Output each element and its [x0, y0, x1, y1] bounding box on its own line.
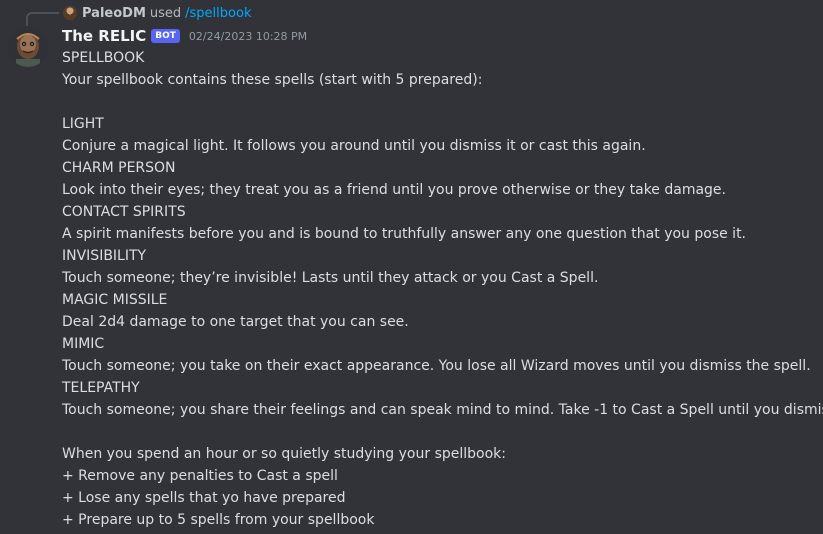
spell-name: CONTACT SPIRITS: [62, 204, 186, 220]
author-username[interactable]: The RELIC: [62, 27, 146, 45]
bot-badge: BOT: [151, 29, 180, 43]
spell-name: INVISIBILITY: [62, 248, 147, 264]
spell-description: Deal 2d4 damage to one target that you c…: [62, 314, 409, 330]
spell-description: Conjure a magical light. It follows you …: [62, 138, 646, 154]
message-header: The RELIC BOT 02/24/2023 10:28 PM: [62, 25, 307, 47]
spell-name: CHARM PERSON: [62, 160, 176, 176]
message-title: SPELLBOOK: [62, 50, 145, 66]
bot-avatar[interactable]: [8, 27, 48, 67]
reply-command[interactable]: /spellbook: [185, 6, 251, 21]
spell-name: TELEPATHY: [62, 380, 140, 396]
spell-name: MAGIC MISSILE: [62, 292, 168, 308]
spell-description: A spirit manifests before you and is bou…: [62, 226, 747, 242]
spell-description: Look into their eyes; they treat you as …: [62, 182, 726, 198]
message-intro: Your spellbook contains these spells (st…: [62, 72, 483, 88]
reply-username[interactable]: PaleoDM: [82, 6, 146, 21]
study-item: + Lose any spells that yo have prepared: [62, 490, 346, 506]
reply-connector: [26, 12, 59, 26]
spell-description: Touch someone; you take on their exact a…: [62, 358, 811, 374]
spell-name: MIMIC: [62, 336, 105, 352]
reply-action-text: used: [149, 5, 182, 21]
spell-description: Touch someone; you share their feelings …: [62, 402, 823, 418]
message-content: SPELLBOOK Your spellbook contains these …: [62, 47, 823, 531]
study-intro: When you spend an hour or so quietly stu…: [62, 446, 506, 462]
spell-description: Touch someone; they’re invisible! Lasts …: [62, 270, 599, 286]
reply-avatar[interactable]: [63, 6, 77, 20]
study-item: + Remove any penalties to Cast a spell: [62, 468, 338, 484]
relic-avatar-icon: [8, 27, 48, 67]
spell-name: LIGHT: [62, 116, 104, 132]
study-item: + Prepare up to 5 spells from your spell…: [62, 512, 375, 528]
message-timestamp[interactable]: 02/24/2023 10:28 PM: [189, 30, 307, 43]
command-reply-bar[interactable]: PaleoDM used /spellbook: [63, 4, 251, 22]
